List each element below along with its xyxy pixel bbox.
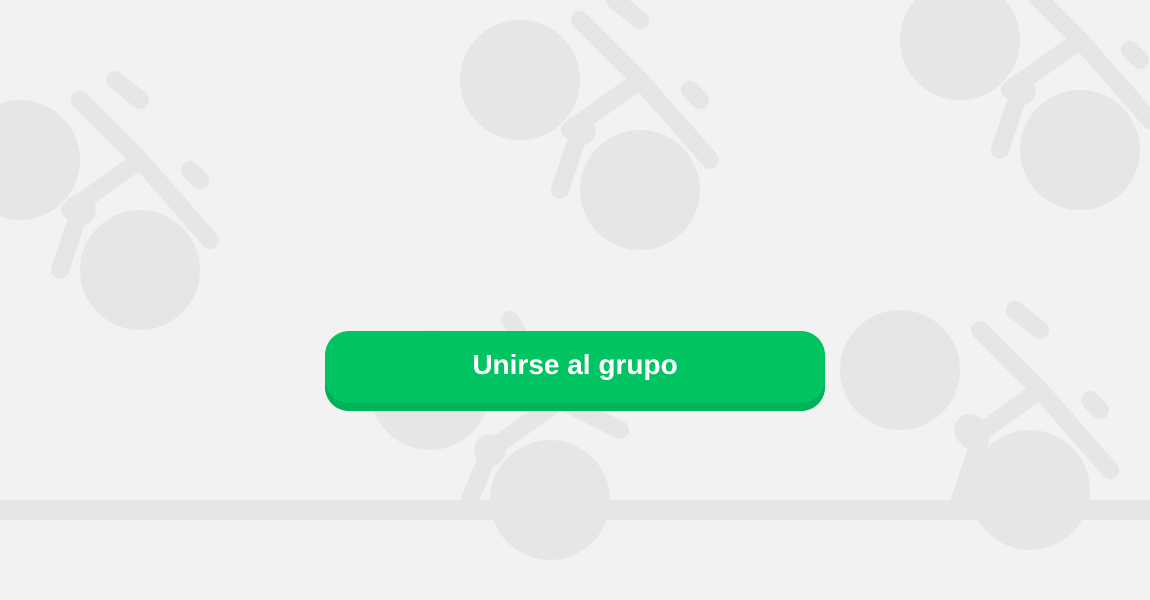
bicycle-icon <box>840 290 1140 590</box>
bicycle-icon <box>440 0 740 280</box>
background-pattern <box>0 0 1150 560</box>
join-group-button[interactable]: Unirse al grupo <box>325 331 825 411</box>
bicycle-icon <box>0 60 240 360</box>
bicycle-icon <box>880 0 1150 240</box>
footer-strip <box>0 500 1150 520</box>
